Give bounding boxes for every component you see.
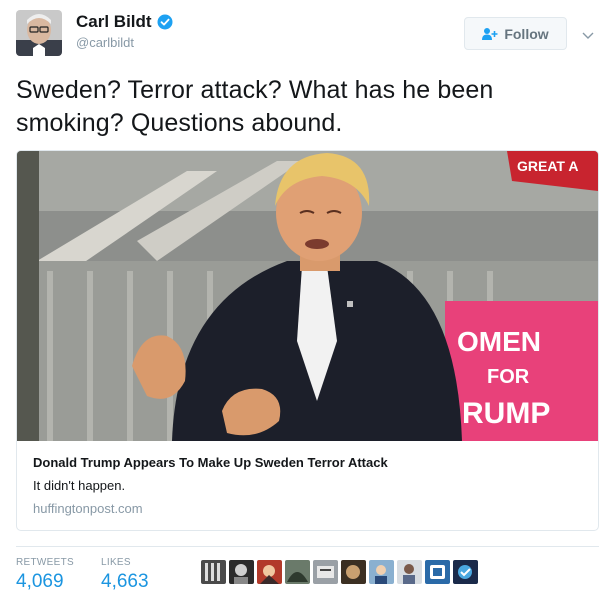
- liker-avatar[interactable]: [425, 560, 450, 584]
- liker-avatar[interactable]: [397, 560, 422, 584]
- card-image[interactable]: GREAT A OMEN FOR RUMP: [17, 151, 598, 441]
- banner-top-text: GREAT A: [517, 158, 578, 174]
- likes-label: LIKES: [101, 557, 131, 568]
- liker-avatar[interactable]: [341, 560, 366, 584]
- liker-avatar[interactable]: [313, 560, 338, 584]
- chevron-down-icon[interactable]: [582, 28, 594, 39]
- follow-button[interactable]: Follow: [464, 17, 567, 50]
- liker-avatars: [201, 560, 478, 584]
- liker-avatar[interactable]: [285, 560, 310, 584]
- retweets-count[interactable]: 4,069: [16, 571, 74, 591]
- retweets-label: RETWEETS: [16, 557, 74, 568]
- liker-avatar[interactable]: [257, 560, 282, 584]
- card-domain[interactable]: huffingtonpost.com: [33, 501, 582, 516]
- likes-stat[interactable]: LIKES 4,663: [101, 557, 149, 591]
- avatar[interactable]: [16, 10, 62, 56]
- name-block: Carl Bildt @carlbildt: [76, 12, 173, 50]
- banner-bottom-text-2: FOR: [487, 366, 530, 388]
- user-handle[interactable]: @carlbildt: [76, 35, 173, 50]
- card-description: It didn't happen.: [33, 478, 126, 493]
- tweet-header: Carl Bildt @carlbildt Follow: [16, 10, 596, 60]
- liker-avatar[interactable]: [201, 560, 226, 584]
- liker-avatar[interactable]: [369, 560, 394, 584]
- display-name[interactable]: Carl Bildt: [76, 12, 152, 32]
- liker-avatar[interactable]: [453, 560, 478, 584]
- card-title[interactable]: Donald Trump Appears To Make Up Sweden T…: [33, 455, 582, 470]
- retweets-stat[interactable]: RETWEETS 4,069: [16, 557, 74, 591]
- add-user-icon: [482, 27, 498, 41]
- banner-bottom-text-3: RUMP: [462, 397, 550, 430]
- likes-count[interactable]: 4,663: [101, 571, 149, 591]
- banner-bottom-text-1: OMEN: [457, 326, 541, 357]
- divider: [16, 546, 599, 547]
- verified-badge-icon: [157, 14, 173, 30]
- card-body[interactable]: Donald Trump Appears To Make Up Sweden T…: [17, 441, 598, 530]
- tweet-text: Sweden? Terror attack? What has he been …: [16, 76, 494, 137]
- follow-button-label: Follow: [504, 25, 549, 42]
- liker-avatar[interactable]: [229, 560, 254, 584]
- link-card[interactable]: GREAT A OMEN FOR RUMP Donald Trump Appea…: [16, 150, 599, 531]
